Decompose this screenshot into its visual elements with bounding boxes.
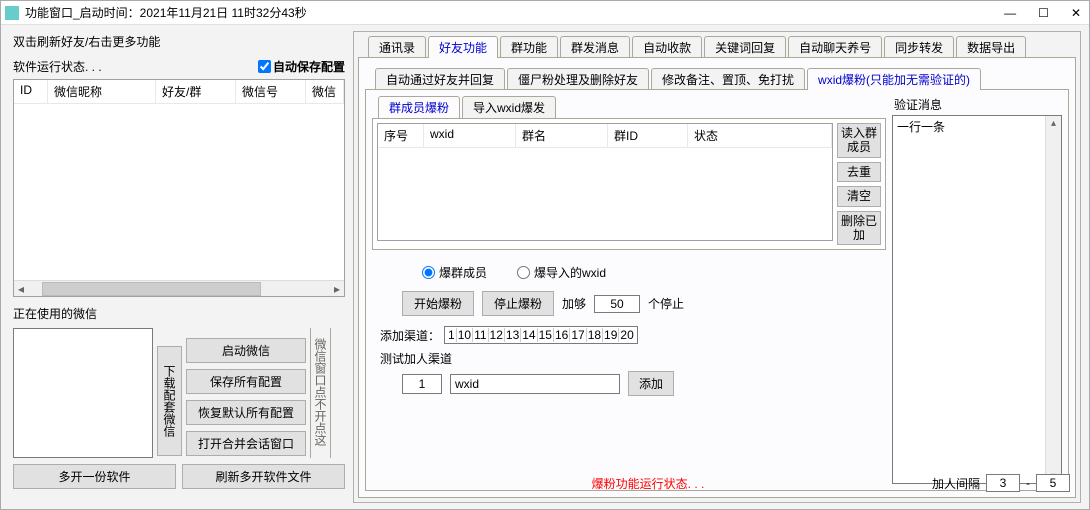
software-status: 软件运行状态. . . <box>13 58 102 75</box>
wechat-list-box[interactable] <box>13 328 153 458</box>
bao-status: 爆粉功能运行状态. . . <box>364 475 932 492</box>
th-wxid[interactable]: wxid <box>424 124 516 147</box>
clear-button[interactable]: 清空 <box>837 186 881 206</box>
verify-label: 验证消息 <box>892 96 1062 115</box>
innertab-import-bao[interactable]: 导入wxid爆发 <box>462 96 556 118</box>
app-window: 功能窗口_启动时间：2021年11月21日 11时32分43秒 — ☐ ✕ 双击… <box>0 0 1090 510</box>
main-tab-body: 自动通过好友并回复 僵尸粉处理及删除好友 修改备注、置顶、免打扰 wxid爆粉(… <box>358 57 1076 498</box>
auto-save-input[interactable] <box>258 60 271 73</box>
content: 双击刷新好友/右击更多功能 软件运行状态. . . 自动保存配置 ID 微信昵称… <box>1 25 1089 509</box>
multi-open-button[interactable]: 多开一份软件 <box>13 464 176 489</box>
scroll-left-icon[interactable]: ◂ <box>14 282 28 296</box>
tab-export[interactable]: 数据导出 <box>956 36 1026 58</box>
th-id[interactable]: ID <box>14 80 48 103</box>
test-num-input[interactable] <box>402 374 442 394</box>
open-merge-window-button[interactable]: 打开合并会话窗口 <box>186 431 306 456</box>
using-wechat-label: 正在使用的微信 <box>13 297 345 326</box>
tab-sync-forward[interactable]: 同步转发 <box>884 36 954 58</box>
test-wxid-input[interactable] <box>450 374 620 394</box>
th-state[interactable]: 状态 <box>688 124 832 147</box>
test-channel-label: 测试加人渠道 <box>372 346 886 371</box>
tab-auto-collect[interactable]: 自动收款 <box>632 36 702 58</box>
hint-text: 双击刷新好友/右击更多功能 <box>13 31 345 56</box>
radio-group-members[interactable]: 爆群成员 <box>422 264 487 281</box>
sub-tabs: 自动通过好友并回复 僵尸粉处理及删除好友 修改备注、置顶、免打扰 wxid爆粉(… <box>365 68 1069 90</box>
th-nick[interactable]: 微信昵称 <box>48 80 156 103</box>
friends-table[interactable]: ID 微信昵称 好友/群 微信号 微信 ◂ ▸ <box>13 79 345 297</box>
subtab-remark[interactable]: 修改备注、置顶、免打扰 <box>651 68 805 90</box>
stop-bao-button[interactable]: 停止爆粉 <box>482 291 554 316</box>
th-rel[interactable]: 好友/群 <box>156 80 236 103</box>
start-wechat-button[interactable]: 启动微信 <box>186 338 306 363</box>
tab-keyword-reply[interactable]: 关键词回复 <box>704 36 786 58</box>
right-panel: 通讯录 好友功能 群功能 群发消息 自动收款 关键词回复 自动聊天养号 同步转发… <box>353 31 1081 503</box>
subtab-zombie[interactable]: 僵尸粉处理及删除好友 <box>507 68 649 90</box>
subtab-wxid-bao[interactable]: wxid爆粉(只能加无需验证的) <box>807 68 981 90</box>
enough-count-input[interactable] <box>594 295 640 313</box>
tab-auto-chat[interactable]: 自动聊天养号 <box>788 36 882 58</box>
window-title: 功能窗口_启动时间：2021年11月21日 11时32分43秒 <box>25 4 1004 21</box>
tab-mass-msg[interactable]: 群发消息 <box>560 36 630 58</box>
radio-import-wxid[interactable]: 爆导入的wxid <box>517 264 606 281</box>
tab-friend-func[interactable]: 好友功能 <box>428 36 498 58</box>
panel-tip: 微信窗口点不开点这 <box>310 328 331 458</box>
interval-label: 加人间隔 <box>932 475 980 492</box>
channel-label: 添加渠道： <box>380 327 440 344</box>
close-button[interactable]: ✕ <box>1071 6 1085 20</box>
maximize-button[interactable]: ☐ <box>1038 6 1053 20</box>
channel-box[interactable]: 11011121314151617181920 <box>444 326 638 344</box>
scroll-right-icon[interactable]: ▸ <box>330 282 344 296</box>
tab-contacts[interactable]: 通讯录 <box>368 36 426 58</box>
add-button[interactable]: 添加 <box>628 371 674 396</box>
enough-label: 加够 <box>562 295 586 312</box>
verify-textarea[interactable]: 一行一条 ▴ ▾ <box>892 115 1062 484</box>
enough-label2: 个停止 <box>648 295 684 312</box>
restore-default-button[interactable]: 恢复默认所有配置 <box>186 400 306 425</box>
inner-body: 序号 wxid 群名 群ID 状态 读入群成员 去重 清空 <box>372 118 886 250</box>
dedup-button[interactable]: 去重 <box>837 162 881 182</box>
th-gid[interactable]: 群ID <box>608 124 688 147</box>
innertab-group-bao[interactable]: 群成员爆粉 <box>378 96 460 118</box>
tab-group-func[interactable]: 群功能 <box>500 36 558 58</box>
download-wechat-button[interactable]: 下载配套微信 <box>157 346 182 456</box>
app-icon <box>5 6 19 20</box>
delete-added-button[interactable]: 删除已加 <box>837 211 881 246</box>
members-table[interactable]: 序号 wxid 群名 群ID 状态 <box>377 123 833 241</box>
start-bao-button[interactable]: 开始爆粉 <box>402 291 474 316</box>
scroll-thumb[interactable] <box>42 282 261 296</box>
titlebar: 功能窗口_启动时间：2021年11月21日 11时32分43秒 — ☐ ✕ <box>1 1 1089 25</box>
subtab-auto-pass[interactable]: 自动通过好友并回复 <box>375 68 505 90</box>
save-all-config-button[interactable]: 保存所有配置 <box>186 369 306 394</box>
verify-scrollbar[interactable]: ▴ ▾ <box>1045 116 1061 483</box>
interval-min-input[interactable] <box>986 474 1020 492</box>
th-seq[interactable]: 序号 <box>378 124 424 147</box>
left-panel: 双击刷新好友/右击更多功能 软件运行状态. . . 自动保存配置 ID 微信昵称… <box>13 31 345 503</box>
read-members-button[interactable]: 读入群成员 <box>837 123 881 158</box>
interval-max-input[interactable] <box>1036 474 1070 492</box>
table-header: ID 微信昵称 好友/群 微信号 微信 <box>14 80 344 104</box>
table-body <box>14 104 344 280</box>
auto-save-checkbox[interactable]: 自动保存配置 <box>258 58 345 75</box>
th-wxi[interactable]: 微信 <box>306 80 344 103</box>
minimize-button[interactable]: — <box>1004 6 1020 20</box>
th-gname[interactable]: 群名 <box>516 124 608 147</box>
h-scrollbar[interactable]: ◂ ▸ <box>14 280 344 296</box>
th-wxh[interactable]: 微信号 <box>236 80 306 103</box>
main-tabs: 通讯录 好友功能 群功能 群发消息 自动收款 关键词回复 自动聊天养号 同步转发… <box>358 36 1076 58</box>
scroll-up-icon[interactable]: ▴ <box>1046 116 1061 130</box>
refresh-multi-button[interactable]: 刷新多开软件文件 <box>182 464 345 489</box>
sub-body: 群成员爆粉 导入wxid爆发 序号 wxid 群名 群ID 状态 <box>365 89 1069 491</box>
